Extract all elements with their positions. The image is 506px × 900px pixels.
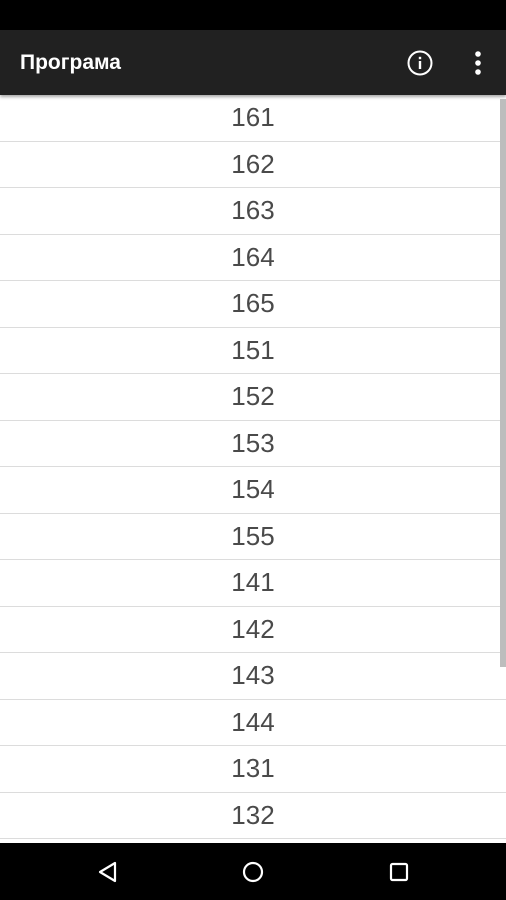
list-item[interactable]: 143 [0,653,506,700]
back-button[interactable] [78,843,138,900]
list-item[interactable]: 151 [0,328,506,374]
status-bar [0,0,506,30]
list-item[interactable]: 152 [0,374,506,421]
list-item[interactable]: 161 [0,95,506,142]
scrollbar[interactable] [500,99,506,667]
list-item[interactable]: 154 [0,467,506,514]
recents-square-icon [389,862,409,881]
list-item[interactable]: 141 [0,560,506,607]
list-item[interactable]: 142 [0,607,506,653]
overflow-menu-button[interactable] [462,44,494,82]
list-item[interactable]: 153 [0,421,506,467]
home-circle-icon [242,861,264,882]
recents-button[interactable] [369,843,429,900]
app-title: Програма [20,51,121,74]
info-button[interactable] [401,44,439,82]
list-item[interactable]: 144 [0,700,506,746]
list-item[interactable]: 131 [0,746,506,793]
list-item[interactable]: 132 [0,793,506,839]
list-item[interactable]: 164 [0,235,506,281]
home-button[interactable] [223,843,283,900]
navigation-bar [0,843,506,900]
list-item[interactable]: 155 [0,514,506,560]
program-list[interactable]: 161 162 163 164 165 151 152 153 154 155 141 142 143 1… [0,95,506,843]
back-triangle-icon [98,861,117,882]
list-item[interactable]: 163 [0,188,506,235]
screen: Програма 161 162 163 164 165 151 152 153 154 155 1… [0,0,506,900]
info-icon [407,50,433,76]
more-vert-icon [475,51,481,75]
list-item[interactable]: 162 [0,142,506,188]
list-item[interactable]: 165 [0,281,506,328]
app-bar: Програма [0,30,506,95]
